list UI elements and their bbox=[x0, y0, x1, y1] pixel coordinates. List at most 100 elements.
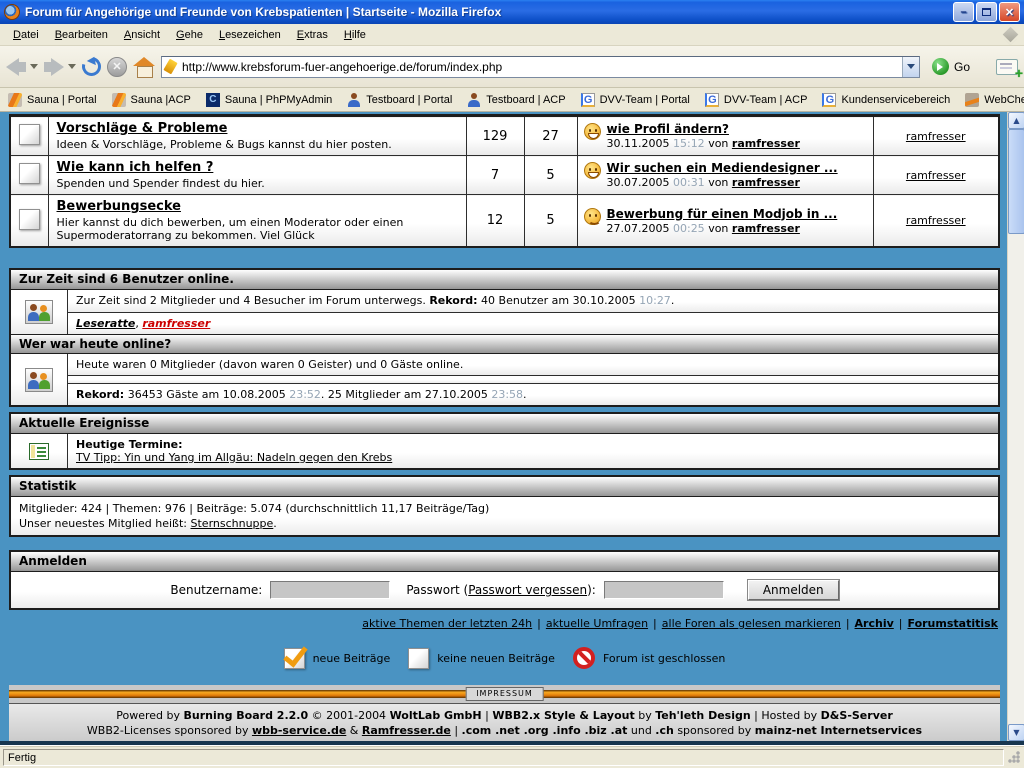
status-text: Fertig bbox=[3, 749, 1004, 766]
last-post-author[interactable]: ramfresser bbox=[732, 137, 800, 150]
forum-table: Vorschläge & Probleme Ideen & Vorschläge… bbox=[9, 114, 1000, 248]
moderator-link[interactable]: ramfresser bbox=[906, 169, 966, 182]
bookmark-webchess[interactable]: WebChess Login bbox=[965, 93, 1024, 107]
moderator-link[interactable]: ramfresser bbox=[906, 214, 966, 227]
menu-hilfe[interactable]: Hilfe bbox=[337, 26, 373, 44]
online-now-summary: Zur Zeit sind 2 Mitglieder und 4 Besuche… bbox=[68, 290, 998, 313]
forum-description: Hier kannst du dich bewerben, um einen M… bbox=[57, 216, 404, 242]
sauna-icon bbox=[112, 93, 126, 107]
username-field[interactable] bbox=[270, 581, 390, 599]
stop-icon[interactable]: ✕ bbox=[107, 57, 127, 77]
today-online-header: Wer war heute online? bbox=[11, 334, 998, 354]
g-icon: G bbox=[705, 93, 719, 107]
forward-button[interactable] bbox=[44, 58, 76, 76]
restore-button[interactable] bbox=[976, 2, 997, 22]
stats-content: Mitglieder: 424 | Themen: 976 | Beiträge… bbox=[11, 497, 998, 535]
url-input[interactable]: http://www.krebsforum-fuer-angehoerige.d… bbox=[182, 60, 902, 74]
grin-smiley-icon bbox=[584, 123, 601, 140]
forum-row-bewerbung: Bewerbungsecke Hier kannst du dich bewer… bbox=[10, 195, 999, 248]
g-icon: G bbox=[581, 93, 595, 107]
bookmark-sauna-acp[interactable]: Sauna |ACP bbox=[112, 93, 191, 107]
url-bar[interactable]: http://www.krebsforum-fuer-angehoerige.d… bbox=[161, 56, 920, 78]
last-post-title[interactable]: wie Profil ändern? bbox=[607, 122, 729, 136]
forum-description: Spenden und Spender findest du hier. bbox=[57, 177, 265, 190]
menu-lesezeichen[interactable]: Lesezeichen bbox=[212, 26, 288, 44]
forward-dropdown-icon[interactable] bbox=[68, 64, 76, 73]
bookmark-kundenservice[interactable]: GKundenservicebereich bbox=[822, 93, 950, 107]
bookmark-dvv-portal[interactable]: GDVV-Team | Portal bbox=[581, 93, 690, 107]
ramfresser-link[interactable]: Ramfresser.de bbox=[362, 724, 451, 737]
resize-grip[interactable] bbox=[1007, 750, 1021, 764]
vertical-scrollbar[interactable]: ▲ ▼ bbox=[1007, 112, 1024, 741]
new-card-icon[interactable] bbox=[996, 59, 1018, 75]
go-button[interactable]: Go bbox=[926, 58, 976, 75]
bookmark-testboard-acp[interactable]: Testboard | ACP bbox=[467, 93, 565, 107]
impressum-button[interactable]: IMPRESSUM bbox=[465, 687, 544, 701]
reload-icon[interactable] bbox=[79, 54, 105, 80]
throbber-icon bbox=[1003, 27, 1019, 43]
moderator-link[interactable]: ramfresser bbox=[906, 130, 966, 143]
no-new-posts-icon bbox=[408, 648, 429, 669]
no-new-posts-icon bbox=[19, 163, 40, 184]
legend-new-label: neue Beiträge bbox=[313, 652, 391, 665]
menu-bearbeiten[interactable]: Bearbeiten bbox=[48, 26, 115, 44]
forgot-password-link[interactable]: Passwort vergessen bbox=[468, 583, 587, 597]
restore-icon bbox=[982, 8, 991, 16]
home-icon[interactable] bbox=[133, 57, 155, 77]
thread-count: 129 bbox=[466, 116, 524, 156]
scroll-down-icon[interactable]: ▼ bbox=[1008, 724, 1024, 741]
forum-page: Vorschläge & Probleme Ideen & Vorschläge… bbox=[9, 114, 1000, 745]
last-post-title[interactable]: Bewerbung für einen Modjob in ... bbox=[607, 207, 838, 221]
legend-none-label: keine neuen Beiträge bbox=[437, 652, 555, 665]
bookmark-dvv-acp[interactable]: GDVV-Team | ACP bbox=[705, 93, 808, 107]
forum-stats-link[interactable]: Forumstatitisk bbox=[908, 617, 999, 630]
menu-gehe[interactable]: Gehe bbox=[169, 26, 210, 44]
password-field[interactable] bbox=[604, 581, 724, 599]
login-panel: Anmelden Benutzername: Passwort (Passwor… bbox=[9, 550, 1000, 610]
user-icon bbox=[347, 93, 361, 107]
g-icon: G bbox=[822, 93, 836, 107]
close-button[interactable]: ✕ bbox=[999, 2, 1020, 22]
newest-member-link[interactable]: Sternschnuppe bbox=[191, 517, 274, 530]
impressum-band: IMPRESSUM bbox=[9, 685, 1000, 703]
menu-datei[interactable]: Datei bbox=[6, 26, 46, 44]
mark-read-link[interactable]: alle Foren als gelesen markieren bbox=[662, 617, 841, 630]
event-link[interactable]: TV Tipp: Yin und Yang im Allgäu: Nadeln … bbox=[76, 451, 392, 464]
polls-link[interactable]: aktuelle Umfragen bbox=[546, 617, 648, 630]
login-button[interactable]: Anmelden bbox=[748, 580, 839, 600]
menu-extras[interactable]: Extras bbox=[290, 26, 335, 44]
url-dropdown-button[interactable] bbox=[902, 57, 919, 77]
user-icon bbox=[467, 93, 481, 107]
phpmyadmin-icon: C bbox=[206, 93, 220, 107]
scrollbar-thumb[interactable] bbox=[1008, 129, 1024, 234]
post-count: 5 bbox=[524, 195, 577, 248]
active-topics-link[interactable]: aktive Themen der letzten 24h bbox=[362, 617, 532, 630]
post-count: 27 bbox=[524, 116, 577, 156]
archive-link[interactable]: Archiv bbox=[855, 617, 894, 630]
new-posts-icon bbox=[284, 648, 305, 669]
forward-arrow-icon bbox=[44, 58, 64, 76]
back-dropdown-icon[interactable] bbox=[30, 64, 38, 73]
users-icon bbox=[25, 300, 53, 324]
username-label: Benutzername: bbox=[170, 583, 262, 597]
forum-link[interactable]: Vorschläge & Probleme bbox=[57, 121, 228, 136]
bookmark-testboard-portal[interactable]: Testboard | Portal bbox=[347, 93, 452, 107]
wbb-service-link[interactable]: wbb-service.de bbox=[252, 724, 346, 737]
last-post-author[interactable]: ramfresser bbox=[732, 176, 800, 189]
minimize-button[interactable]: – bbox=[953, 2, 974, 22]
scroll-up-icon[interactable]: ▲ bbox=[1008, 112, 1024, 129]
forum-link[interactable]: Wie kann ich helfen ? bbox=[57, 160, 214, 175]
last-post-author[interactable]: ramfresser bbox=[732, 222, 800, 235]
bookmark-sauna-portal[interactable]: Sauna | Portal bbox=[8, 93, 97, 107]
menu-ansicht[interactable]: Ansicht bbox=[117, 26, 167, 44]
bookmark-sauna-phpmyadmin[interactable]: CSauna | PhPMyAdmin bbox=[206, 93, 332, 107]
status-bar: Fertig bbox=[0, 745, 1024, 768]
forum-row-vorschlaege: Vorschläge & Probleme Ideen & Vorschläge… bbox=[10, 116, 999, 156]
back-button[interactable] bbox=[6, 58, 38, 76]
thread-count: 12 bbox=[466, 195, 524, 248]
online-user-leseratte[interactable]: Leseratte bbox=[76, 317, 135, 330]
quick-links: aktive Themen der letzten 24h|aktuelle U… bbox=[9, 617, 1000, 630]
last-post-title[interactable]: Wir suchen ein Mediendesigner ... bbox=[607, 161, 838, 175]
online-user-ramfresser[interactable]: ramfresser bbox=[142, 317, 210, 330]
forum-link[interactable]: Bewerbungsecke bbox=[57, 199, 181, 214]
